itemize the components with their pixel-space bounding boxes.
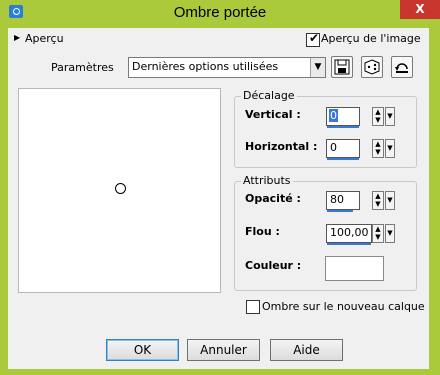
help-button[interactable]: Aide — [270, 339, 343, 361]
preview-toggle-label[interactable]: Aperçu — [25, 32, 64, 45]
vertical-value: 0 — [329, 109, 338, 122]
reset-button[interactable] — [391, 56, 413, 78]
chevron-down-icon[interactable]: ▼ — [310, 58, 325, 77]
vertical-label: Vertical : — [245, 108, 301, 121]
horizontal-value: 0 — [330, 141, 337, 154]
save-preset-button[interactable] — [331, 56, 353, 78]
randomize-button[interactable] — [361, 56, 383, 78]
expand-triangle-icon[interactable]: ▶ — [14, 33, 20, 42]
offset-group-title: Décalage — [241, 89, 297, 102]
opacity-dropdown[interactable]: ▼ — [385, 191, 395, 210]
close-button[interactable]: X — [400, 0, 440, 19]
ok-button[interactable]: OK — [106, 339, 179, 361]
dice-icon — [364, 59, 380, 75]
opacity-input[interactable]: 80 — [326, 191, 360, 212]
preset-value: Dernières options utilisées — [132, 60, 279, 73]
dialog-window: Ombre portée X ▶ Aperçu ✔ Aperçu de l'im… — [0, 0, 440, 375]
color-label: Couleur : — [245, 259, 302, 272]
blur-input[interactable]: 100,00 — [326, 224, 372, 245]
new-layer-label[interactable]: Ombre sur le nouveau calque — [262, 300, 425, 313]
opacity-spinner[interactable]: ▲ ▼ — [372, 191, 384, 210]
save-icon — [334, 59, 350, 75]
horizontal-bar — [327, 158, 359, 160]
reset-icon — [395, 63, 408, 73]
new-layer-checkbox[interactable] — [246, 300, 260, 314]
shadow-position-handle[interactable] — [115, 183, 126, 194]
blur-value: 100,00 — [330, 226, 369, 239]
horizontal-spinner[interactable]: ▲ ▼ — [372, 139, 384, 158]
preview-pane[interactable] — [18, 88, 221, 293]
dialog-body: ▶ Aperçu ✔ Aperçu de l'image Paramètres … — [8, 28, 429, 369]
cancel-button[interactable]: Annuler — [187, 339, 260, 361]
shadow-color-swatch[interactable] — [325, 256, 384, 281]
preview-checkbox-label[interactable]: Aperçu de l'image — [321, 32, 421, 45]
opacity-bar — [327, 210, 353, 212]
opacity-value: 80 — [330, 193, 344, 206]
blur-spinner[interactable]: ▲ ▼ — [372, 224, 384, 243]
parameters-label: Paramètres — [51, 61, 114, 74]
vertical-spinner[interactable]: ▲ ▼ — [372, 107, 384, 126]
opacity-label: Opacité : — [245, 192, 301, 205]
title-bar: Ombre portée X — [0, 0, 440, 26]
horizontal-input[interactable]: 0 — [326, 139, 360, 160]
check-icon: ✔ — [309, 31, 320, 45]
horizontal-label: Horizontal : — [245, 140, 318, 153]
attributes-group-title: Attributs — [241, 174, 293, 187]
blur-bar — [327, 243, 371, 245]
blur-dropdown[interactable]: ▼ — [385, 224, 395, 243]
vertical-bar — [327, 126, 359, 128]
window-title: Ombre portée — [173, 4, 267, 21]
preset-select[interactable]: Dernières options utilisées ▼ — [128, 57, 326, 78]
horizontal-dropdown[interactable]: ▼ — [385, 139, 395, 158]
vertical-dropdown[interactable]: ▼ — [385, 107, 395, 126]
preview-checkbox[interactable]: ✔ — [306, 31, 320, 47]
vertical-input[interactable]: 0 — [326, 107, 360, 128]
blur-label: Flou : — [245, 225, 280, 238]
